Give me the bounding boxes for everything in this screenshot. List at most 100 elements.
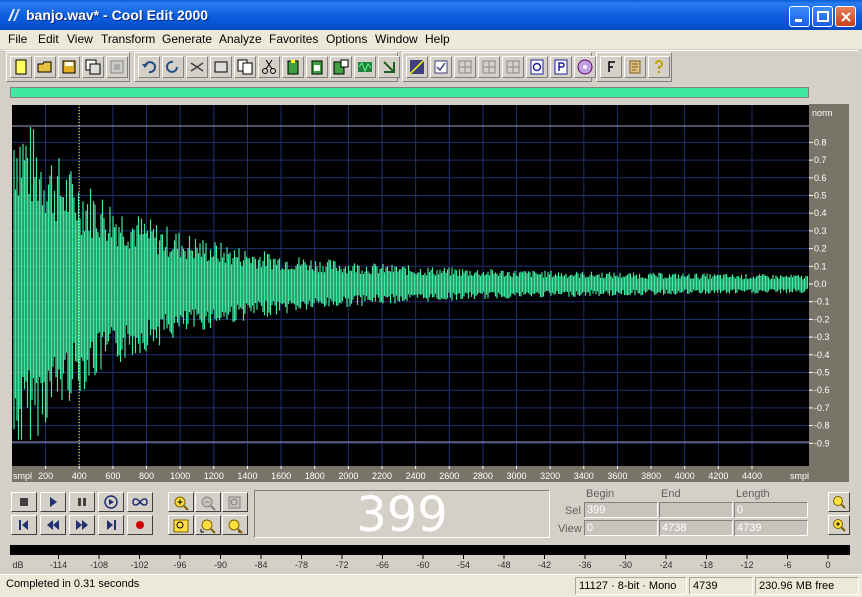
waveform-display[interactable]: 0.8 0.7 0.6 0.5 0.4 0.3 0.2 0.1 0.0 -0.1 -0.2 -0.3 -… xyxy=(11,99,849,489)
save-all-icon xyxy=(85,59,101,75)
menu-file[interactable]: File xyxy=(8,32,27,46)
go-to-start-icon xyxy=(19,520,28,530)
save-button[interactable] xyxy=(58,56,80,78)
favorites-button[interactable] xyxy=(600,56,622,78)
play-to-end-button[interactable] xyxy=(98,492,124,512)
y-tick-label: 0.3 xyxy=(814,226,827,236)
trim-button[interactable] xyxy=(354,56,376,78)
meter-tick-label: -90 xyxy=(214,560,227,570)
meter-tick-label: -24 xyxy=(659,560,672,570)
grid-view-2-button[interactable] xyxy=(478,56,500,78)
record-button[interactable] xyxy=(127,515,153,535)
menu-view[interactable]: View xyxy=(67,32,93,46)
menu-generate[interactable]: Generate xyxy=(162,32,212,46)
waveform-svg[interactable]: 0.8 0.7 0.6 0.5 0.4 0.3 0.2 0.1 0.0 -0.1 -0.2 -0.3 -… xyxy=(11,99,849,489)
zoom-full-button[interactable] xyxy=(222,492,248,512)
zoom-left-button[interactable] xyxy=(195,515,221,535)
status-format[interactable]: 11127 · 8-bit · Mono xyxy=(575,577,687,595)
paste-new-button[interactable] xyxy=(306,56,328,78)
rewind-icon xyxy=(47,520,59,530)
cut-selection-button[interactable] xyxy=(186,56,208,78)
meter-tick-label: -12 xyxy=(740,560,753,570)
view-begin-field[interactable]: 0 xyxy=(584,520,658,536)
menu-transform[interactable]: Transform xyxy=(101,32,155,46)
y-tick-label: -0.2 xyxy=(814,314,830,324)
x-tick-label: 4400 xyxy=(742,471,762,481)
save-all-button[interactable] xyxy=(82,56,104,78)
x-unit-right-label: smpl xyxy=(790,471,809,481)
zoom-out-button[interactable] xyxy=(195,492,221,512)
new-button[interactable] xyxy=(10,56,32,78)
rewind-button[interactable] xyxy=(40,515,66,535)
cut-button[interactable] xyxy=(258,56,280,78)
cool-edit-app-icon xyxy=(8,9,20,21)
copy-new-button[interactable] xyxy=(210,56,232,78)
extract-button[interactable] xyxy=(378,56,400,78)
zoom-in-button[interactable] xyxy=(168,492,194,512)
menu-help[interactable]: Help xyxy=(425,32,450,46)
x-tick-label: 800 xyxy=(139,471,154,481)
y-tick-label: -0.4 xyxy=(814,350,830,360)
paste-button[interactable] xyxy=(282,56,304,78)
level-meter-svg: dB -114 -108 -102 -96 -90 -84 -78 -72 -66 -60 -54 -4… xyxy=(10,545,850,570)
undo-button[interactable] xyxy=(138,56,160,78)
spectral-view-button[interactable] xyxy=(430,56,452,78)
menu-favorites[interactable]: Favorites xyxy=(269,32,318,46)
meter-tick-label: -48 xyxy=(497,560,510,570)
meter-tick-label: -60 xyxy=(416,560,429,570)
fast-forward-button[interactable] xyxy=(69,515,95,535)
zoom-selection-button[interactable] xyxy=(168,515,194,535)
menu-options[interactable]: Options xyxy=(326,32,367,46)
sel-end-field[interactable] xyxy=(659,502,733,518)
menu-bar: File Edit View Transform Generate Analyz… xyxy=(0,30,862,49)
zoom-right-button[interactable] xyxy=(222,515,248,535)
view-end-field[interactable]: 4738 xyxy=(659,520,733,536)
length-header: Length xyxy=(736,488,770,500)
repeat-button[interactable] xyxy=(162,56,184,78)
go-to-start-button[interactable] xyxy=(11,515,37,535)
menu-analyze[interactable]: Analyze xyxy=(219,32,262,46)
maximize-button[interactable] xyxy=(812,6,833,27)
y-tick-label: -0.5 xyxy=(814,368,830,378)
open-button[interactable] xyxy=(34,56,56,78)
grid-icon xyxy=(458,60,472,74)
help-button[interactable] xyxy=(648,56,670,78)
x-tick-label: 2000 xyxy=(338,471,358,481)
menu-window[interactable]: Window xyxy=(375,32,418,46)
stop-button[interactable] xyxy=(11,492,37,512)
x-tick-label: 1400 xyxy=(237,471,257,481)
zoom-in-vertical-button[interactable] xyxy=(828,492,850,512)
close-file-button[interactable] xyxy=(106,56,128,78)
menu-edit[interactable]: Edit xyxy=(38,32,59,46)
grid-view-1-button[interactable] xyxy=(454,56,476,78)
title-bar[interactable]: banjo.wav* - Cool Edit 2000 xyxy=(0,0,862,30)
pause-button[interactable] xyxy=(69,492,95,512)
go-to-end-button[interactable] xyxy=(98,515,124,535)
zoom-right-icon xyxy=(228,519,243,534)
cd-button[interactable] xyxy=(574,56,596,78)
mix-paste-button[interactable] xyxy=(330,56,352,78)
play-icon xyxy=(50,497,57,507)
x-tick-label: 3400 xyxy=(574,471,594,481)
minimize-button[interactable] xyxy=(789,6,810,27)
spectral-view-icon xyxy=(434,60,448,74)
time-display[interactable]: 399 xyxy=(254,487,550,543)
overview-range-bar[interactable] xyxy=(10,87,809,98)
undo-icon xyxy=(142,61,156,74)
view-length-field[interactable]: 4739 xyxy=(734,520,808,536)
grid-view-3-button[interactable] xyxy=(502,56,524,78)
scripts-button[interactable] xyxy=(624,56,646,78)
sel-begin-field[interactable]: 399 xyxy=(584,502,658,518)
zoom-out-vertical-button[interactable] xyxy=(828,515,850,535)
parametric-button[interactable] xyxy=(550,56,572,78)
save-icon xyxy=(62,60,76,74)
copy-button[interactable] xyxy=(234,56,256,78)
loop-button[interactable] xyxy=(127,492,153,512)
toolbar-group-file xyxy=(6,52,130,82)
waveform-view-button[interactable] xyxy=(406,56,428,78)
play-button[interactable] xyxy=(40,492,66,512)
zoom-full-icon xyxy=(228,496,241,509)
close-button[interactable] xyxy=(835,6,856,27)
sel-length-field[interactable]: 0 xyxy=(734,502,808,518)
quick-filter-button[interactable] xyxy=(526,56,548,78)
